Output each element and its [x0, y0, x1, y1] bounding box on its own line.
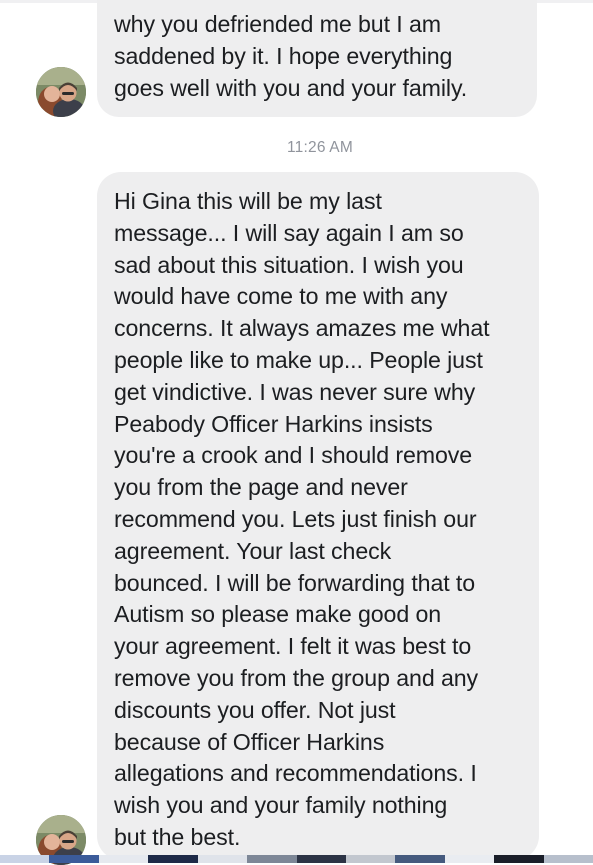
message-text-line: would have come to me with any: [114, 283, 448, 310]
message-text-line: why you defriended me but I am: [114, 11, 441, 37]
message-text-line: your agreement. I felt it was best to: [114, 633, 472, 660]
message-text-line: concerns. It always amazes me what: [114, 315, 490, 342]
bottom-image-strip: [0, 855, 593, 863]
message-bubble[interactable]: Hi Gina this will be my last message... …: [97, 172, 539, 860]
avatar-photo-icon: [36, 67, 86, 117]
message-text-line: you from the page and never: [114, 474, 408, 501]
message-text-line: saddened by it. I hope everything: [114, 42, 453, 69]
message-timestamp: 11:26 AM: [287, 139, 353, 156]
message-text-line: allegations and recommendations. I: [114, 760, 477, 787]
message-text-line: goes well with you and your family.: [114, 74, 468, 101]
message-text-line: remove you from the group and any: [114, 664, 479, 691]
message-text-line: but the best.: [114, 823, 241, 850]
message-text-line: Autism so please make good on: [114, 601, 442, 628]
message-text-line: because of Officer Harkins: [114, 728, 385, 755]
message-text-line: get vindictive. I was never sure why: [114, 378, 476, 405]
message-text-line: agreement. Your last check: [114, 537, 392, 564]
message-text-line: wish you and your family nothing: [114, 792, 448, 819]
sender-avatar[interactable]: [36, 67, 86, 117]
message-text-line: you're a crook and I should remove: [114, 442, 473, 469]
message-bubble[interactable]: why you defriended me but I am saddened …: [97, 0, 537, 117]
message-text-line: Peabody Officer Harkins insists: [114, 410, 433, 437]
message-text-line: sad about this situation. I wish you: [114, 251, 464, 278]
message-text-line: people like to make up... People just: [114, 346, 483, 373]
message-text-line: message... I will say again I am so: [114, 219, 464, 246]
message-text-line: discounts you offer. Not just: [114, 696, 396, 723]
message-text-line: Hi Gina this will be my last: [114, 188, 382, 214]
message-text-line: bounced. I will be forwarding that to: [114, 569, 476, 596]
message-text-line: recommend you. Lets just finish our: [114, 505, 477, 532]
